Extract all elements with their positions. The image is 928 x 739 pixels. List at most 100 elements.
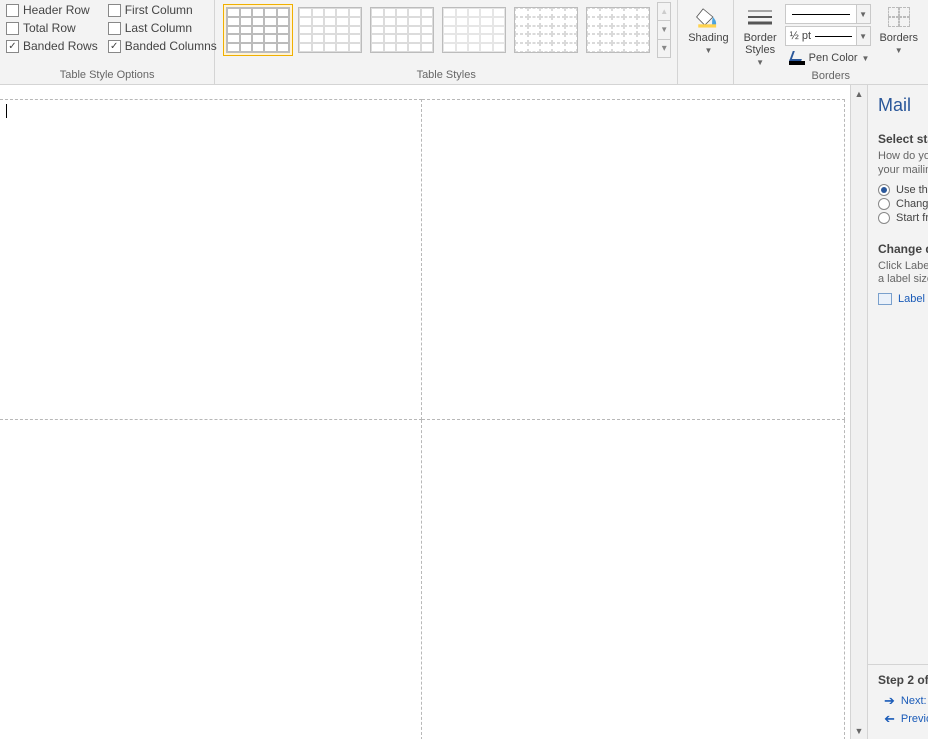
line-weight-value: ½ pt bbox=[786, 30, 815, 42]
shading-button[interactable]: Shading ▼ bbox=[684, 2, 732, 55]
check-label: Header Row bbox=[23, 3, 90, 17]
table-styles-gallery bbox=[221, 2, 655, 58]
workspace: ▲ ▼ Mail Select starting document How do… bbox=[0, 85, 928, 739]
chevron-down-icon: ▼ bbox=[895, 46, 903, 55]
chevron-down-icon: ▼ bbox=[856, 27, 870, 45]
pane-hint: How do you want to set up your mailing l… bbox=[878, 150, 928, 178]
hint-line: Click Label options to choose bbox=[878, 260, 928, 272]
radio-change-layout[interactable]: Change document layout bbox=[878, 198, 928, 210]
table-style-thumb-4[interactable] bbox=[439, 4, 509, 56]
table-style-thumb-2[interactable] bbox=[295, 4, 365, 56]
pane-section-title: Change document layout bbox=[878, 242, 928, 256]
chevron-down-icon: ▼ bbox=[862, 54, 870, 63]
line-weight-dropdown[interactable]: ½ pt ▼ bbox=[785, 26, 871, 46]
check-label: First Column bbox=[125, 3, 193, 17]
wizard-prev-link[interactable]: ➔ Previous: Select document type bbox=[884, 711, 918, 727]
radio-label: Use the current document bbox=[896, 184, 928, 196]
check-label: Last Column bbox=[125, 21, 192, 35]
label-sheet-table[interactable] bbox=[0, 99, 845, 739]
hint-line: How do you want to set up bbox=[878, 150, 928, 162]
radio-icon bbox=[878, 184, 890, 196]
table-row bbox=[0, 420, 845, 739]
scroll-down-button[interactable]: ▼ bbox=[851, 722, 867, 739]
check-header-row[interactable]: Header Row bbox=[6, 3, 98, 17]
label-cell[interactable] bbox=[421, 100, 845, 420]
pen-color-icon bbox=[789, 51, 805, 65]
table-style-thumb-5[interactable] bbox=[511, 4, 581, 56]
pane-title: Mail bbox=[878, 95, 928, 116]
link-text: Previous: Select document type bbox=[901, 713, 928, 725]
check-label: Total Row bbox=[23, 21, 76, 35]
line-style-dropdown[interactable]: ▼ bbox=[785, 4, 871, 24]
wizard-step-label: Step 2 of 6 bbox=[878, 673, 918, 687]
pane-footer: Step 2 of 6 ➔ Next: Select recipients ➔ … bbox=[868, 664, 928, 739]
arrow-right-icon: ➔ bbox=[884, 693, 895, 709]
gallery-scrollbar: ▲ ▼ ▾ bbox=[657, 2, 671, 58]
gallery-more-button[interactable]: ▾ bbox=[658, 40, 670, 57]
group-borders: Border Styles ▼ ▼ ½ pt ▼ Pen Color ▼ bbox=[733, 0, 928, 84]
wizard-next-link[interactable]: ➔ Next: Select recipients bbox=[884, 693, 918, 709]
gallery-scroll-up[interactable]: ▲ bbox=[658, 3, 670, 21]
pen-color-dropdown[interactable]: Pen Color ▼ bbox=[785, 48, 874, 68]
label-options-icon bbox=[878, 293, 892, 305]
ribbon: Header Row First Column Total Row Last C… bbox=[0, 0, 928, 85]
border-styles-button[interactable]: Border Styles ▼ bbox=[740, 2, 781, 67]
vertical-scrollbar[interactable]: ▲ ▼ bbox=[850, 85, 867, 739]
check-first-column[interactable]: First Column bbox=[108, 3, 217, 17]
mail-merge-task-pane: Mail Select starting document How do you… bbox=[867, 85, 928, 739]
checkbox-icon bbox=[6, 22, 19, 35]
label-options-link[interactable]: Label options... bbox=[878, 293, 928, 305]
hint-line: a label size. bbox=[878, 273, 928, 285]
check-total-row[interactable]: Total Row bbox=[6, 21, 98, 35]
radio-icon bbox=[878, 212, 890, 224]
label-cell[interactable] bbox=[421, 420, 845, 739]
scroll-up-button[interactable]: ▲ bbox=[851, 85, 867, 102]
paint-bucket-icon bbox=[694, 4, 722, 30]
group-label: Borders bbox=[740, 68, 922, 85]
group-label-spacer bbox=[684, 67, 732, 84]
button-label: Borders bbox=[879, 32, 918, 44]
line-style-preview bbox=[792, 14, 850, 15]
check-label: Banded Rows bbox=[23, 39, 98, 53]
link-text: Label options... bbox=[898, 293, 928, 305]
check-banded-columns[interactable]: ✓ Banded Columns bbox=[108, 39, 217, 53]
group-table-styles: ▲ ▼ ▾ Table Styles bbox=[215, 0, 678, 84]
group-shading: Shading ▼ bbox=[678, 0, 732, 84]
radio-use-current[interactable]: Use the current document bbox=[878, 184, 928, 196]
document-viewport[interactable] bbox=[0, 85, 850, 739]
borders-button[interactable]: Borders ▼ bbox=[873, 2, 922, 55]
table-style-thumb-1[interactable] bbox=[223, 4, 293, 56]
label-cell[interactable] bbox=[0, 420, 421, 739]
radio-start-from[interactable]: Start from existing document bbox=[878, 212, 928, 224]
pane-hint: Click Label options to choose a label si… bbox=[878, 260, 928, 288]
checkbox-icon bbox=[108, 22, 121, 35]
table-style-thumb-6[interactable] bbox=[583, 4, 653, 56]
check-last-column[interactable]: Last Column bbox=[108, 21, 217, 35]
group-table-style-options: Header Row First Column Total Row Last C… bbox=[0, 0, 215, 84]
radio-icon bbox=[878, 198, 890, 210]
arrow-left-icon: ➔ bbox=[884, 711, 895, 727]
checkbox-icon bbox=[108, 4, 121, 17]
checkbox-icon: ✓ bbox=[108, 40, 121, 53]
link-text: Next: Select recipients bbox=[901, 695, 928, 707]
borders-grid-icon bbox=[885, 4, 913, 30]
table-row bbox=[0, 100, 845, 420]
line-weight-preview bbox=[815, 36, 852, 37]
chevron-down-icon: ▼ bbox=[756, 58, 764, 67]
pane-section-title: Select starting document bbox=[878, 132, 928, 146]
pen-controls: ▼ ½ pt ▼ Pen Color ▼ bbox=[781, 2, 874, 68]
text-cursor bbox=[6, 104, 7, 118]
label-cell[interactable] bbox=[0, 100, 421, 420]
button-label: Shading bbox=[688, 32, 728, 44]
group-label: Table Style Options bbox=[6, 67, 208, 84]
pen-color-label: Pen Color bbox=[809, 52, 858, 64]
hint-line: your mailing labels? bbox=[878, 164, 928, 176]
check-label: Banded Columns bbox=[125, 39, 217, 53]
table-style-thumb-3[interactable] bbox=[367, 4, 437, 56]
gallery-scroll-down[interactable]: ▼ bbox=[658, 21, 670, 39]
check-banded-rows[interactable]: ✓ Banded Rows bbox=[6, 39, 98, 53]
scroll-track[interactable] bbox=[851, 102, 867, 722]
radio-label: Start from existing document bbox=[896, 212, 928, 224]
chevron-down-icon: ▼ bbox=[704, 46, 712, 55]
checkbox-icon: ✓ bbox=[6, 40, 19, 53]
